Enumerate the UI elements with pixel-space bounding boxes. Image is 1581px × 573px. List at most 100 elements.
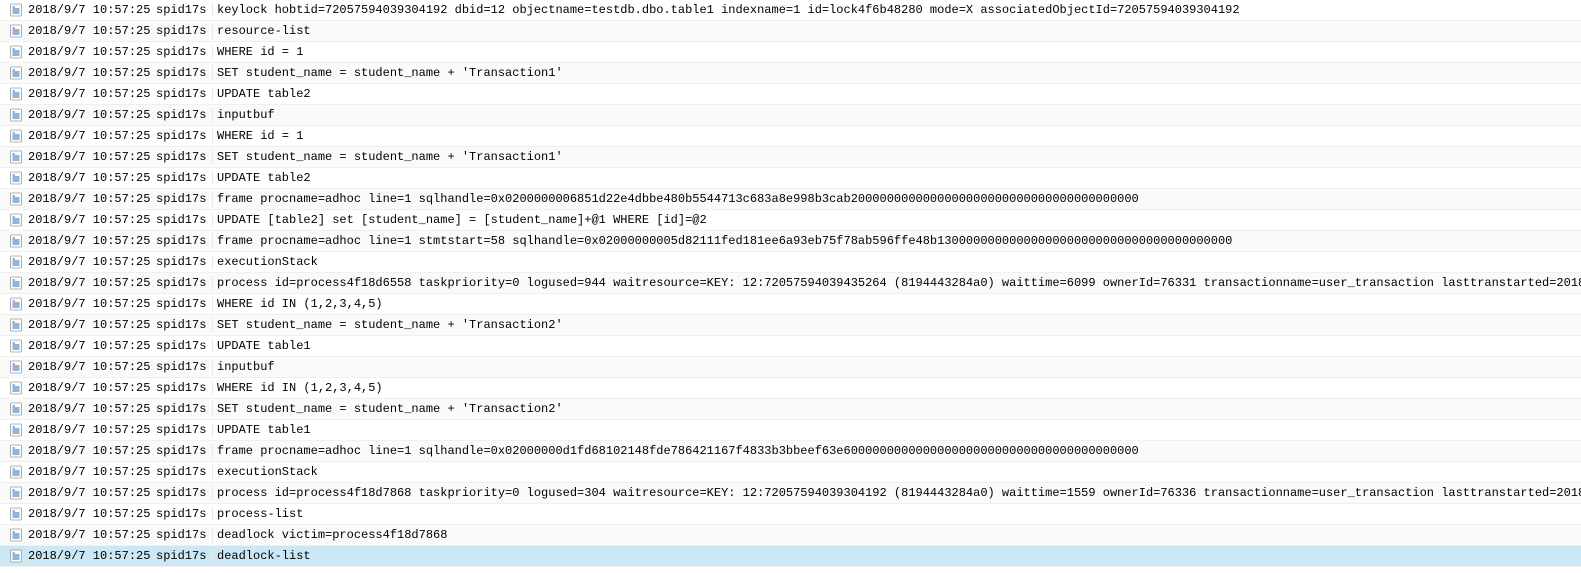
log-message: SET student_name = student_name + 'Trans… xyxy=(212,66,563,80)
log-source: spid17s xyxy=(156,24,212,38)
info-icon xyxy=(4,486,28,500)
info-icon xyxy=(4,402,28,416)
info-icon xyxy=(4,129,28,143)
info-icon xyxy=(4,255,28,269)
log-message: SET student_name = student_name + 'Trans… xyxy=(212,318,563,332)
log-source: spid17s xyxy=(156,339,212,353)
log-source: spid17s xyxy=(156,381,212,395)
log-message: inputbuf xyxy=(212,108,275,122)
log-message: SET student_name = student_name + 'Trans… xyxy=(212,150,563,164)
log-row[interactable]: 2018/9/7 10:57:25spid17sUPDATE table2 xyxy=(0,84,1581,105)
log-source: spid17s xyxy=(156,171,212,185)
log-source: spid17s xyxy=(156,129,212,143)
log-row[interactable]: 2018/9/7 10:57:25spid17sSET student_name… xyxy=(0,63,1581,84)
log-date: 2018/9/7 10:57:25 xyxy=(28,339,156,353)
info-icon xyxy=(4,171,28,185)
log-source: spid17s xyxy=(156,465,212,479)
log-source: spid17s xyxy=(156,276,212,290)
log-row[interactable]: 2018/9/7 10:57:25spid17sprocess id=proce… xyxy=(0,483,1581,504)
log-table: 2018/9/7 10:57:25spid17skeylock hobtid=7… xyxy=(0,0,1581,567)
log-row[interactable]: 2018/9/7 10:57:25spid17sinputbuf xyxy=(0,105,1581,126)
info-icon xyxy=(4,45,28,59)
log-message: resource-list xyxy=(212,24,311,38)
log-source: spid17s xyxy=(156,150,212,164)
log-date: 2018/9/7 10:57:25 xyxy=(28,234,156,248)
log-row[interactable]: 2018/9/7 10:57:25spid17sUPDATE table2 xyxy=(0,168,1581,189)
log-row[interactable]: 2018/9/7 10:57:25spid17sUPDATE table1 xyxy=(0,336,1581,357)
log-message: executionStack xyxy=(212,255,318,269)
log-date: 2018/9/7 10:57:25 xyxy=(28,276,156,290)
log-message: keylock hobtid=72057594039304192 dbid=12… xyxy=(212,3,1240,17)
log-message: UPDATE [table2] set [student_name] = [st… xyxy=(212,213,707,227)
info-icon xyxy=(4,192,28,206)
info-icon xyxy=(4,381,28,395)
log-date: 2018/9/7 10:57:25 xyxy=(28,213,156,227)
info-icon xyxy=(4,423,28,437)
log-row[interactable]: 2018/9/7 10:57:25spid17sframe procname=a… xyxy=(0,231,1581,252)
log-date: 2018/9/7 10:57:25 xyxy=(28,66,156,80)
log-date: 2018/9/7 10:57:25 xyxy=(28,507,156,521)
info-icon xyxy=(4,444,28,458)
info-icon xyxy=(4,108,28,122)
log-row[interactable]: 2018/9/7 10:57:25spid17sdeadlock-list xyxy=(0,546,1581,567)
log-row[interactable]: 2018/9/7 10:57:25spid17sprocess-list xyxy=(0,504,1581,525)
log-row[interactable]: 2018/9/7 10:57:25spid17sWHERE id IN (1,2… xyxy=(0,294,1581,315)
log-date: 2018/9/7 10:57:25 xyxy=(28,108,156,122)
log-row[interactable]: 2018/9/7 10:57:25spid17sUPDATE table1 xyxy=(0,420,1581,441)
log-row[interactable]: 2018/9/7 10:57:25spid17sUPDATE [table2] … xyxy=(0,210,1581,231)
log-message: SET student_name = student_name + 'Trans… xyxy=(212,402,563,416)
log-date: 2018/9/7 10:57:25 xyxy=(28,381,156,395)
log-message: WHERE id IN (1,2,3,4,5) xyxy=(212,297,383,311)
log-date: 2018/9/7 10:57:25 xyxy=(28,129,156,143)
info-icon xyxy=(4,318,28,332)
info-icon xyxy=(4,339,28,353)
log-source: spid17s xyxy=(156,507,212,521)
log-date: 2018/9/7 10:57:25 xyxy=(28,150,156,164)
info-icon xyxy=(4,150,28,164)
log-source: spid17s xyxy=(156,234,212,248)
log-row[interactable]: 2018/9/7 10:57:25spid17sSET student_name… xyxy=(0,399,1581,420)
info-icon xyxy=(4,24,28,38)
log-row[interactable]: 2018/9/7 10:57:25spid17sexecutionStack xyxy=(0,252,1581,273)
log-source: spid17s xyxy=(156,444,212,458)
info-icon xyxy=(4,297,28,311)
log-date: 2018/9/7 10:57:25 xyxy=(28,87,156,101)
log-row[interactable]: 2018/9/7 10:57:25spid17sprocess id=proce… xyxy=(0,273,1581,294)
info-icon xyxy=(4,507,28,521)
log-row[interactable]: 2018/9/7 10:57:25spid17sframe procname=a… xyxy=(0,189,1581,210)
log-source: spid17s xyxy=(156,297,212,311)
log-message: frame procname=adhoc line=1 sqlhandle=0x… xyxy=(212,192,1139,206)
info-icon xyxy=(4,87,28,101)
log-source: spid17s xyxy=(156,402,212,416)
log-message: UPDATE table2 xyxy=(212,87,311,101)
log-row[interactable]: 2018/9/7 10:57:25spid17sWHERE id = 1 xyxy=(0,42,1581,63)
info-icon xyxy=(4,360,28,374)
log-source: spid17s xyxy=(156,318,212,332)
log-source: spid17s xyxy=(156,87,212,101)
log-date: 2018/9/7 10:57:25 xyxy=(28,486,156,500)
log-row[interactable]: 2018/9/7 10:57:25spid17sexecutionStack xyxy=(0,462,1581,483)
info-icon xyxy=(4,213,28,227)
log-message: UPDATE table2 xyxy=(212,171,311,185)
log-source: spid17s xyxy=(156,3,212,17)
log-row[interactable]: 2018/9/7 10:57:25spid17sdeadlock victim=… xyxy=(0,525,1581,546)
log-message: process id=process4f18d6558 taskpriority… xyxy=(212,276,1581,290)
log-message: WHERE id IN (1,2,3,4,5) xyxy=(212,381,383,395)
log-row[interactable]: 2018/9/7 10:57:25spid17sSET student_name… xyxy=(0,147,1581,168)
log-message: frame procname=adhoc line=1 stmtstart=58… xyxy=(212,234,1232,248)
log-date: 2018/9/7 10:57:25 xyxy=(28,318,156,332)
log-message: WHERE id = 1 xyxy=(212,129,303,143)
log-row[interactable]: 2018/9/7 10:57:25spid17sframe procname=a… xyxy=(0,441,1581,462)
log-row[interactable]: 2018/9/7 10:57:25spid17sWHERE id = 1 xyxy=(0,126,1581,147)
log-source: spid17s xyxy=(156,528,212,542)
log-row[interactable]: 2018/9/7 10:57:25spid17sinputbuf xyxy=(0,357,1581,378)
log-date: 2018/9/7 10:57:25 xyxy=(28,297,156,311)
log-date: 2018/9/7 10:57:25 xyxy=(28,423,156,437)
log-source: spid17s xyxy=(156,423,212,437)
log-row[interactable]: 2018/9/7 10:57:25spid17sresource-list xyxy=(0,21,1581,42)
log-row[interactable]: 2018/9/7 10:57:25spid17sWHERE id IN (1,2… xyxy=(0,378,1581,399)
log-source: spid17s xyxy=(156,45,212,59)
log-date: 2018/9/7 10:57:25 xyxy=(28,360,156,374)
log-row[interactable]: 2018/9/7 10:57:25spid17skeylock hobtid=7… xyxy=(0,0,1581,21)
log-row[interactable]: 2018/9/7 10:57:25spid17sSET student_name… xyxy=(0,315,1581,336)
